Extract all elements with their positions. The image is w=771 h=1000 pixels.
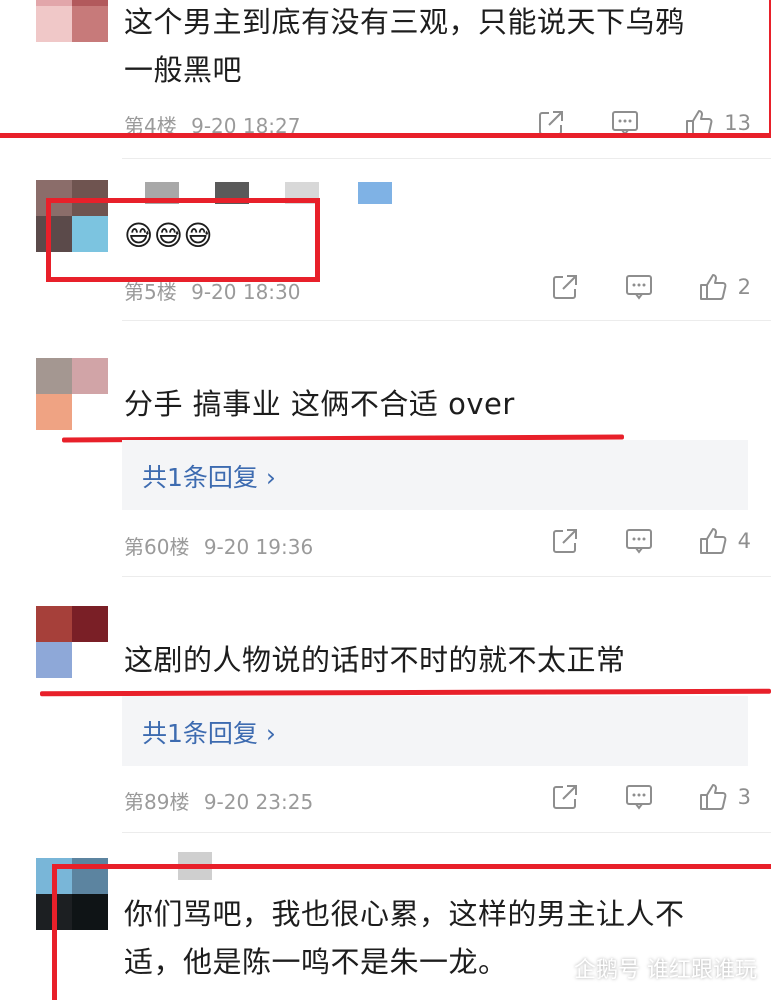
avatar[interactable] bbox=[36, 606, 108, 678]
share-button[interactable] bbox=[550, 782, 580, 812]
comment-floor-60: 分手 搞事业 这俩不合适 over 共1条回复 › 第60楼 9-20 19:3… bbox=[0, 322, 771, 576]
share-icon bbox=[552, 785, 577, 809]
comment-icon bbox=[625, 785, 652, 810]
comment-text: 这剧的人物说的话时不时的就不太正常 bbox=[124, 636, 626, 684]
comment-text-line: 分手 搞事业 这俩不合适 over bbox=[124, 387, 515, 421]
timestamp: 9-20 19:36 bbox=[203, 535, 314, 559]
floor-label: 第5楼 bbox=[124, 280, 177, 304]
thumbs-up-icon bbox=[699, 274, 727, 300]
thumbs-up-icon bbox=[699, 528, 727, 554]
comment-icon bbox=[625, 275, 652, 300]
divider bbox=[122, 158, 771, 159]
comment-floor-89: 这剧的人物说的话时不时的就不太正常 共1条回复 › 第89楼 9-20 23:2… bbox=[0, 578, 771, 832]
like-count: 2 bbox=[737, 275, 751, 299]
comment-meta: 第89楼 9-20 23:25 bbox=[124, 786, 313, 815]
share-icon bbox=[552, 275, 577, 299]
comment-floor-4: 这个男主到底有没有三观，只能说天下乌鸦 一般黑吧 第4楼 9-20 18:27 … bbox=[0, 0, 771, 160]
avatar[interactable] bbox=[36, 358, 108, 430]
share-button[interactable] bbox=[550, 272, 580, 302]
like-button[interactable]: 3 bbox=[698, 782, 751, 812]
comment-floor-5: 😅😅😅 第5楼 9-20 18:30 2 bbox=[0, 160, 771, 320]
like-button[interactable]: 2 bbox=[698, 272, 751, 302]
reply-button[interactable] bbox=[624, 272, 654, 302]
comment-meta: 第60楼 9-20 19:36 bbox=[124, 531, 313, 560]
blurred-content bbox=[358, 182, 392, 204]
like-count: 4 bbox=[737, 529, 751, 553]
comment-icon bbox=[625, 529, 652, 554]
reply-button[interactable] bbox=[624, 782, 654, 812]
comment-text-line: 这剧的人物说的话时不时的就不太正常 bbox=[124, 643, 626, 677]
divider bbox=[122, 576, 771, 577]
floor-label: 第89楼 bbox=[124, 790, 190, 814]
like-count: 3 bbox=[737, 785, 751, 809]
share-icon bbox=[552, 529, 577, 553]
watermark-text: 企鹅号 谁红跟谁玩 bbox=[574, 958, 757, 983]
watermark: 企鹅号 谁红跟谁玩 bbox=[546, 952, 757, 984]
highlight-box bbox=[0, 0, 771, 138]
timestamp: 9-20 23:25 bbox=[203, 790, 314, 814]
comment-actions: 3 bbox=[506, 782, 751, 812]
reply-count-link[interactable]: 共1条回复 › bbox=[142, 458, 276, 494]
reply-count-link[interactable]: 共1条回复 › bbox=[142, 714, 276, 750]
comment-actions: 4 bbox=[506, 526, 751, 556]
comment-actions: 2 bbox=[506, 272, 751, 302]
reply-button[interactable] bbox=[624, 526, 654, 556]
share-button[interactable] bbox=[550, 526, 580, 556]
timestamp: 9-20 18:30 bbox=[191, 280, 301, 304]
like-button[interactable]: 4 bbox=[698, 526, 751, 556]
penguin-logo-icon bbox=[547, 958, 567, 978]
comment-text: 分手 搞事业 这俩不合适 over bbox=[124, 380, 515, 428]
divider bbox=[122, 320, 771, 321]
highlight-box bbox=[46, 198, 320, 282]
divider bbox=[122, 832, 771, 833]
reply-expander[interactable]: 共1条回复 › bbox=[122, 440, 748, 510]
floor-label: 第60楼 bbox=[124, 535, 190, 559]
thumbs-up-icon bbox=[699, 784, 727, 810]
reply-expander[interactable]: 共1条回复 › bbox=[122, 696, 748, 766]
